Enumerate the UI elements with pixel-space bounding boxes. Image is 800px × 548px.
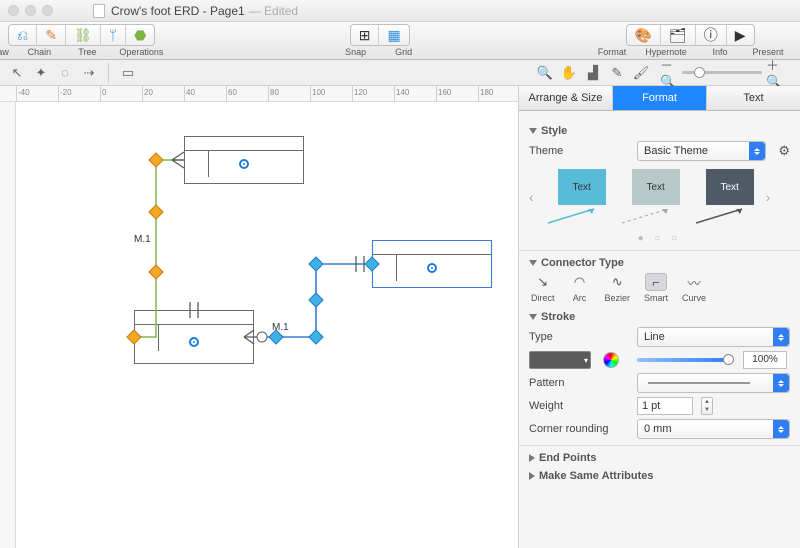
- ruler-vertical: [0, 102, 16, 548]
- pattern-select[interactable]: [637, 373, 790, 393]
- tree-label: Tree: [78, 47, 96, 57]
- stroke-type-select[interactable]: Line: [637, 327, 790, 347]
- theme-select[interactable]: Basic Theme: [637, 141, 766, 161]
- stamp-icon[interactable]: ▟: [584, 64, 602, 82]
- anchor-dot-icon: [427, 263, 437, 273]
- inspector-panel: Arrange & Size Format Text Style Theme B…: [518, 86, 800, 548]
- connector-type-smart[interactable]: ⌐Smart: [644, 273, 668, 303]
- eyedropper-icon[interactable]: ✎: [608, 64, 626, 82]
- canvas[interactable]: M.1: [16, 102, 518, 548]
- color-wheel-icon[interactable]: [603, 352, 619, 368]
- style-section-header[interactable]: Style: [529, 125, 790, 137]
- node-tool-icon[interactable]: ✦: [32, 64, 50, 82]
- weight-stepper[interactable]: ▲▼: [701, 397, 713, 415]
- stroke-color-well[interactable]: ▾: [529, 351, 591, 369]
- opacity-value[interactable]: 100%: [743, 351, 787, 369]
- operations-button[interactable]: ⬣: [126, 25, 154, 45]
- lasso-tool-icon[interactable]: ◌: [56, 64, 74, 82]
- info-label: Info: [713, 47, 728, 57]
- tab-arrange[interactable]: Arrange & Size: [519, 86, 613, 110]
- connector-section-header[interactable]: Connector Type: [529, 257, 790, 269]
- snap-grid-segment[interactable]: ⊞ ▦: [350, 24, 410, 46]
- theme-swatch-1[interactable]: Text: [544, 167, 608, 227]
- swatch-prev-icon[interactable]: ‹: [529, 189, 534, 205]
- anchor-dot-icon: [189, 337, 199, 347]
- rapid-draw-button[interactable]: ✎: [37, 25, 66, 45]
- pointer-tool-icon[interactable]: ↖: [8, 64, 26, 82]
- format-panel-button[interactable]: 🎨: [627, 25, 661, 45]
- endpoints-section-header[interactable]: End Points: [529, 452, 790, 464]
- stroke-section-header[interactable]: Stroke: [529, 311, 790, 323]
- entity-right[interactable]: [372, 240, 492, 288]
- right-segment[interactable]: 🎨 🗂 ⓘ ▶: [626, 24, 755, 46]
- rapid-label: Rapid Draw: [0, 47, 9, 57]
- document-title: Crow's foot ERD - Page1: [111, 4, 245, 18]
- weight-field[interactable]: 1 pt: [637, 397, 693, 415]
- multiplicity-label: M.1: [272, 322, 289, 333]
- document-state: — Edited: [249, 4, 298, 18]
- main-toolbar: ⎌ ✎ ⛓ ᛘ ⬣ Smart Rapid Draw Chain Tree Op…: [0, 22, 800, 60]
- ruler-horizontal: -40-20020406080100120140160180: [0, 86, 518, 102]
- stroke-type-label: Type: [529, 331, 629, 343]
- inspector-tabs: Arrange & Size Format Text: [519, 86, 800, 111]
- window-traffic-lights[interactable]: [8, 5, 53, 16]
- opacity-slider[interactable]: [637, 358, 729, 362]
- entity-top[interactable]: [184, 136, 304, 184]
- connector-type-bezier[interactable]: ∿Bezier: [605, 273, 631, 303]
- makesame-section-header[interactable]: Make Same Attributes: [529, 470, 790, 482]
- hand-icon[interactable]: ✋: [560, 64, 578, 82]
- entity-left[interactable]: [134, 310, 254, 364]
- gear-icon[interactable]: ⚙: [778, 143, 790, 159]
- magnify-icon[interactable]: 🔍: [536, 64, 554, 82]
- ops-label: Operations: [119, 47, 163, 57]
- zoom-in-icon[interactable]: ＋🔍: [766, 64, 784, 82]
- window-titlebar: Crow's foot ERD - Page1 — Edited: [0, 0, 800, 22]
- anchor-dot-icon: [239, 159, 249, 169]
- info-button[interactable]: ⓘ: [696, 25, 727, 45]
- tab-format[interactable]: Format: [613, 86, 707, 110]
- weight-label: Weight: [529, 400, 629, 412]
- brush-icon[interactable]: 🖌: [632, 64, 650, 82]
- snap-label: Snap: [345, 47, 366, 57]
- document-icon: [93, 4, 105, 18]
- zoom-out-icon[interactable]: －🔍: [660, 64, 678, 82]
- secondary-toolbar: ↖ ✦ ◌ ⇢ ▭ 🔍 ✋ ▟ ✎ 🖌 －🔍 ＋🔍: [0, 60, 800, 86]
- theme-swatch-2[interactable]: Text: [618, 167, 682, 227]
- theme-label: Theme: [529, 145, 629, 157]
- hypernote-button[interactable]: 🗂: [661, 25, 696, 45]
- multiplicity-label: M.1: [134, 234, 151, 245]
- grid-button[interactable]: ▦: [379, 25, 408, 45]
- theme-swatch-3[interactable]: Text: [692, 167, 756, 227]
- connector-type-arc[interactable]: ◠Arc: [569, 273, 591, 303]
- chain-label: Chain: [28, 47, 52, 57]
- connect-tool-icon[interactable]: ⇢: [80, 64, 98, 82]
- library-icon[interactable]: ▭: [119, 64, 137, 82]
- present-button[interactable]: ▶: [727, 25, 754, 45]
- tree-button[interactable]: ᛘ: [101, 25, 126, 45]
- chain-button[interactable]: ⛓: [66, 25, 101, 45]
- corner-label: Corner rounding: [529, 423, 629, 435]
- smart-mode-button[interactable]: ⎌: [9, 25, 37, 45]
- connector-mode-segment[interactable]: ⎌ ✎ ⛓ ᛘ ⬣: [8, 24, 155, 46]
- swatch-page-dots[interactable]: ● ○ ○: [529, 233, 790, 244]
- canvas-area: -40-20020406080100120140160180: [0, 86, 518, 548]
- snap-button[interactable]: ⊞: [351, 25, 380, 45]
- tab-text[interactable]: Text: [707, 86, 800, 110]
- connector-type-curve[interactable]: 〰Curve: [682, 273, 706, 303]
- pattern-label: Pattern: [529, 377, 629, 389]
- format-label: Format: [598, 47, 627, 57]
- zoom-slider[interactable]: [682, 71, 762, 74]
- swatch-next-icon[interactable]: ›: [766, 189, 771, 205]
- connector-type-direct[interactable]: ↘Direct: [531, 273, 555, 303]
- grid-label: Grid: [395, 47, 412, 57]
- corner-select[interactable]: 0 mm: [637, 419, 790, 439]
